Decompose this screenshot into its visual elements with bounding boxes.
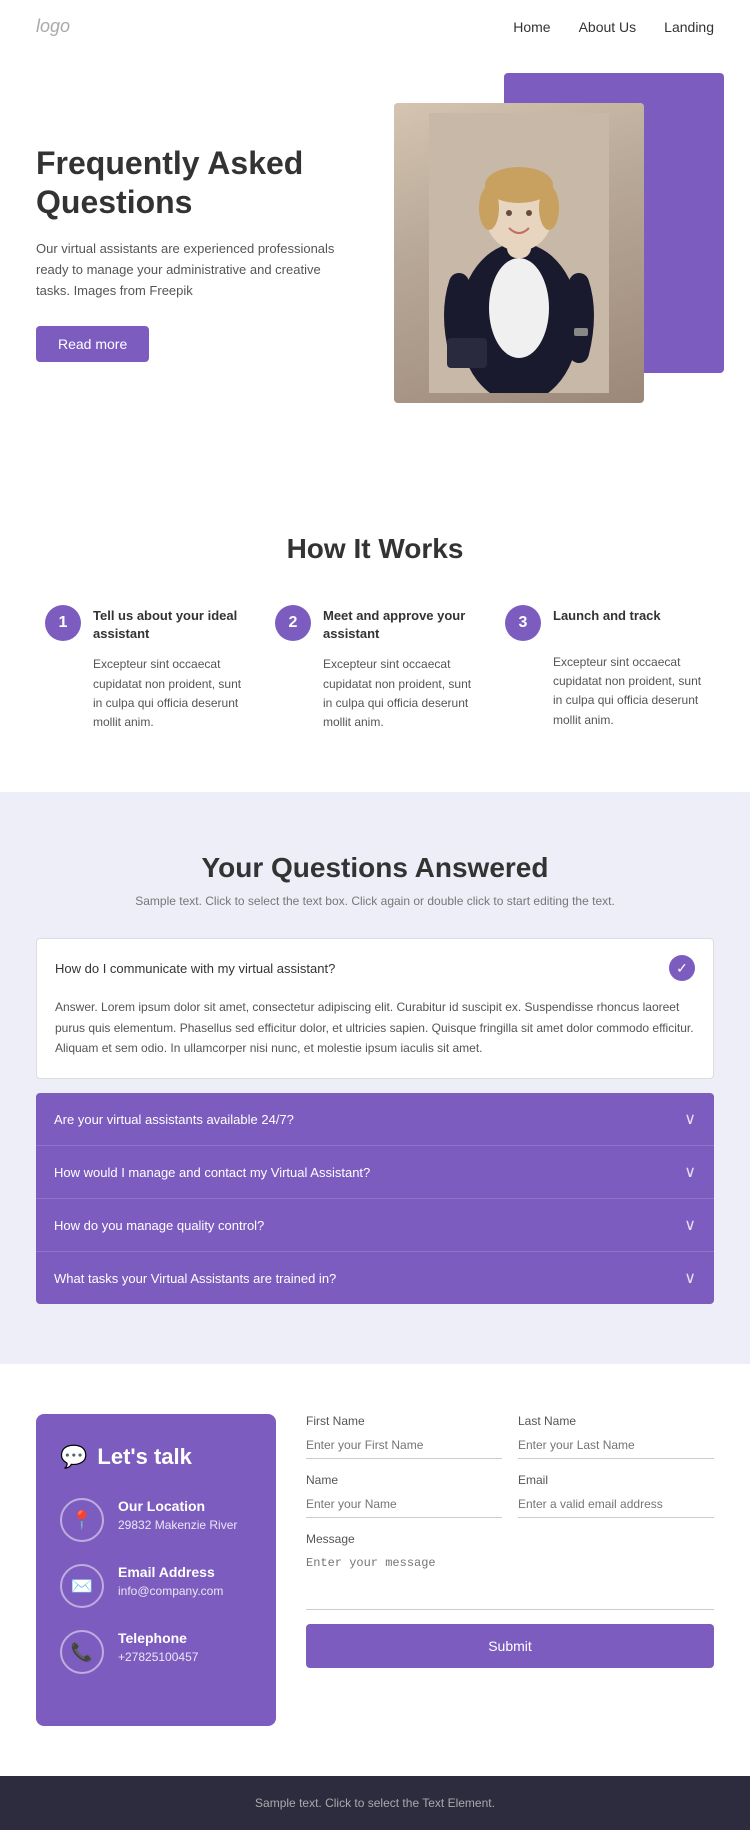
- hero-description: Our virtual assistants are experienced p…: [36, 239, 336, 301]
- faq-accordion: Are your virtual assistants available 24…: [36, 1093, 714, 1304]
- faq-accordion-question-3[interactable]: How do you manage quality control? ∨: [36, 1199, 714, 1251]
- hero-title: Frequently Asked Questions: [36, 144, 336, 221]
- nav-about[interactable]: About Us: [579, 19, 637, 35]
- step-2-number: 2: [275, 605, 311, 641]
- submit-button[interactable]: Submit: [306, 1624, 714, 1668]
- faq-title: Your Questions Answered: [36, 852, 714, 884]
- faq-open-answer: Answer. Lorem ipsum dolor sit amet, cons…: [37, 997, 713, 1078]
- how-it-works-section: How It Works 1 Tell us about your ideal …: [0, 473, 750, 792]
- hero-text: Frequently Asked Questions Our virtual a…: [36, 144, 336, 361]
- chevron-down-icon-2: ∨: [684, 1162, 696, 1182]
- footer-text: Sample text. Click to select the Text El…: [255, 1796, 495, 1810]
- faq-question-4-text: What tasks your Virtual Assistants are t…: [54, 1271, 336, 1286]
- step-1-title: Tell us about your ideal assistant: [93, 605, 245, 643]
- email-icon: ✉️: [60, 1564, 104, 1608]
- contact-location: 📍 Our Location 29832 Makenzie River: [60, 1498, 252, 1542]
- contact-location-info: Our Location 29832 Makenzie River: [118, 1498, 237, 1532]
- last-name-group: Last Name: [518, 1414, 714, 1459]
- step-3-number: 3: [505, 605, 541, 641]
- contact-email-title: Email Address: [118, 1564, 223, 1580]
- first-name-label: First Name: [306, 1414, 502, 1428]
- phone-icon: 📞: [60, 1630, 104, 1674]
- contact-location-title: Our Location: [118, 1498, 237, 1514]
- message-group: Message: [306, 1532, 714, 1610]
- name-group: Name: [306, 1473, 502, 1518]
- contact-email-info: Email Address info@company.com: [118, 1564, 223, 1598]
- step-1: 1 Tell us about your ideal assistant Exc…: [45, 605, 245, 732]
- faq-open-item: How do I communicate with my virtual ass…: [36, 938, 714, 1079]
- contact-card-title: 💬 Let's talk: [60, 1444, 252, 1470]
- contact-email-value: info@company.com: [118, 1584, 223, 1598]
- nav-links: Home About Us Landing: [513, 19, 714, 35]
- footer: Sample text. Click to select the Text El…: [0, 1776, 750, 1830]
- step-3-text: Excepteur sint occaecat cupidatat non pr…: [505, 653, 705, 730]
- chevron-down-icon-4: ∨: [684, 1268, 696, 1288]
- step-1-number: 1: [45, 605, 81, 641]
- logo: logo: [36, 16, 70, 37]
- message-label: Message: [306, 1532, 714, 1546]
- message-textarea[interactable]: [306, 1550, 714, 1610]
- how-it-works-title: How It Works: [36, 533, 714, 565]
- nav-home[interactable]: Home: [513, 19, 550, 35]
- step-2: 2 Meet and approve your assistant Except…: [275, 605, 475, 732]
- contact-telephone-title: Telephone: [118, 1630, 198, 1646]
- email-label: Email: [518, 1473, 714, 1487]
- contact-form: First Name Last Name Name Email Message …: [306, 1414, 714, 1726]
- navbar: logo Home About Us Landing: [0, 0, 750, 53]
- step-2-text: Excepteur sint occaecat cupidatat non pr…: [275, 655, 475, 732]
- hero-photo: [394, 103, 644, 403]
- step-3: 3 Launch and track Excepteur sint occaec…: [505, 605, 705, 732]
- contact-telephone: 📞 Telephone +27825100457: [60, 1630, 252, 1674]
- name-input[interactable]: [306, 1491, 502, 1518]
- last-name-input[interactable]: [518, 1432, 714, 1459]
- step-1-text: Excepteur sint occaecat cupidatat non pr…: [45, 655, 245, 732]
- contact-card: 💬 Let's talk 📍 Our Location 29832 Makenz…: [36, 1414, 276, 1726]
- form-row-2: Name Email: [306, 1473, 714, 1518]
- faq-open-icon: ✓: [669, 955, 695, 981]
- nav-landing[interactable]: Landing: [664, 19, 714, 35]
- form-row-1: First Name Last Name: [306, 1414, 714, 1459]
- email-group: Email: [518, 1473, 714, 1518]
- hero-image-area: [374, 103, 714, 403]
- read-more-button[interactable]: Read more: [36, 326, 149, 362]
- faq-accordion-question-1[interactable]: Are your virtual assistants available 24…: [36, 1093, 714, 1145]
- steps-container: 1 Tell us about your ideal assistant Exc…: [36, 605, 714, 732]
- first-name-input[interactable]: [306, 1432, 502, 1459]
- faq-accordion-question-4[interactable]: What tasks your Virtual Assistants are t…: [36, 1252, 714, 1304]
- last-name-label: Last Name: [518, 1414, 714, 1428]
- name-label: Name: [306, 1473, 502, 1487]
- faq-accordion-question-2[interactable]: How would I manage and contact my Virtua…: [36, 1146, 714, 1198]
- step-3-title: Launch and track: [553, 605, 661, 625]
- first-name-group: First Name: [306, 1414, 502, 1459]
- faq-question-3-text: How do you manage quality control?: [54, 1218, 264, 1233]
- contact-telephone-value: +27825100457: [118, 1650, 198, 1664]
- contact-location-value: 29832 Makenzie River: [118, 1518, 237, 1532]
- faq-accordion-item-3: How do you manage quality control? ∨: [36, 1199, 714, 1252]
- chat-icon: 💬: [60, 1444, 87, 1470]
- checkmark-icon: ✓: [676, 960, 688, 977]
- chevron-down-icon-3: ∨: [684, 1215, 696, 1235]
- faq-question-2-text: How would I manage and contact my Virtua…: [54, 1165, 370, 1180]
- step-2-title: Meet and approve your assistant: [323, 605, 475, 643]
- faq-accordion-item-1: Are your virtual assistants available 24…: [36, 1093, 714, 1146]
- contact-telephone-info: Telephone +27825100457: [118, 1630, 198, 1664]
- hero-section: Frequently Asked Questions Our virtual a…: [0, 53, 750, 473]
- faq-accordion-item-4: What tasks your Virtual Assistants are t…: [36, 1252, 714, 1304]
- faq-accordion-item-2: How would I manage and contact my Virtua…: [36, 1146, 714, 1199]
- email-input[interactable]: [518, 1491, 714, 1518]
- faq-question-1-text: Are your virtual assistants available 24…: [54, 1112, 294, 1127]
- location-icon: 📍: [60, 1498, 104, 1542]
- chevron-down-icon-1: ∨: [684, 1109, 696, 1129]
- faq-open-question-text: How do I communicate with my virtual ass…: [55, 961, 335, 976]
- faq-open-question[interactable]: How do I communicate with my virtual ass…: [37, 939, 713, 997]
- faq-section: Your Questions Answered Sample text. Cli…: [0, 792, 750, 1364]
- contact-email: ✉️ Email Address info@company.com: [60, 1564, 252, 1608]
- faq-subtitle: Sample text. Click to select the text bo…: [36, 894, 714, 908]
- contact-section: 💬 Let's talk 📍 Our Location 29832 Makenz…: [0, 1364, 750, 1776]
